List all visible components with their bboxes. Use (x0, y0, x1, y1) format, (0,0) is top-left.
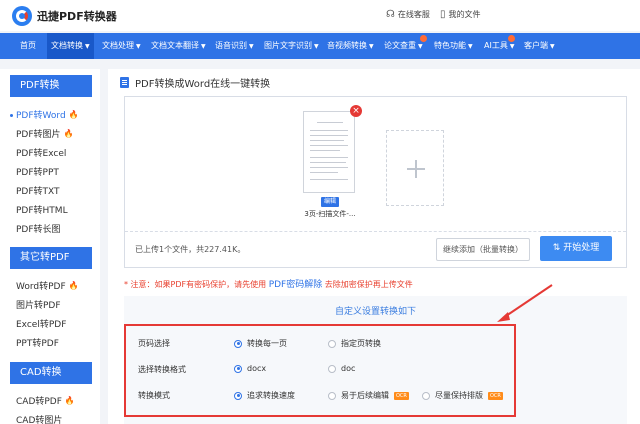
chevron-down-icon: ▼ (468, 43, 473, 50)
chevron-down-icon: ▼ (249, 43, 254, 50)
radio-unchecked-icon (328, 364, 336, 373)
sidebar-item-ppt-to-pdf[interactable]: PPT转PDF (16, 336, 59, 349)
active-indicator (10, 114, 13, 117)
fire-icon: 🔥 (64, 396, 75, 405)
sidebar-item-excel-to-pdf[interactable]: Excel转PDF (16, 317, 66, 330)
chevron-down-icon: ▼ (136, 43, 141, 50)
nav-translate[interactable]: 文档文本翻译 ▼ (147, 33, 210, 59)
password-notice: * 注意：如果PDF有密码保护，请先使用 PDF密码解除 去除加密保护再上传文件 (124, 280, 413, 290)
file-name: 3页-扫描文件-... (304, 210, 356, 218)
fire-icon: 🔥 (68, 110, 79, 119)
sidebar-item-pdf-to-word[interactable]: PDF转Word 🔥 (16, 108, 79, 121)
conversion-mode-label: 转换模式 (138, 391, 170, 400)
sidebar-item-pdf-to-ppt[interactable]: PDF转PPT (16, 165, 59, 178)
sidebar-group-to-pdf[interactable]: 其它转PDF (10, 247, 92, 269)
radio-unchecked-icon (422, 391, 430, 400)
main-nav: 首页 文档转换 ▼ 文档处理 ▼ 文档文本翻译 ▼ 语音识别 ▼ 图片文字识别 ▼ 音视频… (0, 33, 640, 59)
chevron-down-icon: ▼ (509, 43, 515, 50)
radio-editable-mode[interactable]: 易于后续编辑 OCR (328, 390, 409, 401)
continue-add-button[interactable]: 继续添加（批量转换） (436, 238, 530, 261)
hot-badge (420, 35, 427, 42)
customer-service-link[interactable]: ☊ 在线客服 (386, 9, 430, 20)
custom-settings-panel: 自定义设置转换如下 页码选择 转换每一页 指定页转换 选择转换格式 docx d… (124, 296, 627, 424)
hot-badge (508, 35, 515, 42)
radio-unchecked-icon (328, 339, 336, 348)
sidebar-item-cad-to-pdf[interactable]: CAD转PDF 🔥 (16, 394, 75, 407)
nav-doc-process[interactable]: 文档处理 ▼ (98, 33, 145, 59)
sidebar-item-cad-to-image[interactable]: CAD转图片 (16, 413, 62, 424)
chevron-down-icon: ▼ (550, 43, 555, 50)
file-icon: ▯ (440, 9, 446, 20)
nav-speech[interactable]: 语音识别 ▼ (211, 33, 258, 59)
customer-service-label: 在线客服 (397, 10, 430, 19)
remove-file-icon[interactable]: × (350, 105, 362, 117)
radio-specific-pages[interactable]: 指定页转换 (328, 338, 381, 349)
add-file-button[interactable] (386, 130, 444, 206)
radio-layout-mode[interactable]: 尽量保持排版 OCR (422, 390, 503, 401)
nav-ocr[interactable]: 图片文字识别 ▼ (260, 33, 323, 59)
ocr-badge: OCR (488, 391, 503, 400)
nav-client[interactable]: 客户端 ▼ (520, 33, 559, 59)
sidebar: PDF转换 PDF转Word 🔥 PDF转图片 🔥 PDF转Excel PDF转PP… (0, 69, 100, 424)
highlight-frame: 页码选择 转换每一页 指定页转换 选择转换格式 docx doc 转换模式 追求… (124, 324, 516, 417)
chevron-down-icon: ▼ (201, 43, 206, 50)
page-selection-label: 页码选择 (138, 339, 170, 348)
sidebar-item-pdf-to-html[interactable]: PDF转HTML (16, 203, 68, 216)
fire-icon: 🔥 (68, 281, 79, 290)
radio-speed-mode[interactable]: 追求转换速度 (234, 390, 295, 401)
file-thumbnail[interactable] (303, 111, 355, 193)
edit-file-button[interactable]: 编辑 (321, 197, 339, 207)
sidebar-item-pdf-to-image[interactable]: PDF转图片 🔥 (16, 127, 74, 140)
top-bar: 迅捷PDF转换器 ☊ 在线客服 ▯ 我的文件 (0, 0, 640, 31)
radio-docx[interactable]: docx (234, 364, 266, 373)
fire-icon: 🔥 (63, 129, 74, 138)
radio-checked-icon (234, 339, 242, 348)
chevron-down-icon: ▼ (418, 43, 423, 50)
nav-home[interactable]: 首页 (16, 33, 40, 59)
radio-unchecked-icon (328, 391, 336, 400)
document-icon (120, 77, 129, 88)
chevron-down-icon: ▼ (85, 43, 90, 50)
my-files-label: 我的文件 (448, 10, 481, 19)
start-process-button[interactable]: ⇅ 开始处理 (540, 236, 612, 261)
sidebar-group-pdf-convert[interactable]: PDF转换 (10, 75, 92, 97)
sidebar-item-image-to-pdf[interactable]: 图片转PDF (16, 298, 61, 311)
radio-checked-icon (234, 364, 242, 373)
chevron-down-icon: ▼ (369, 43, 374, 50)
nav-doc-convert[interactable]: 文档转换 ▼ (47, 33, 94, 59)
nav-features[interactable]: 特色功能 ▼ (430, 33, 477, 59)
sidebar-group-cad[interactable]: CAD转换 (10, 362, 92, 384)
sidebar-item-word-to-pdf[interactable]: Word转PDF 🔥 (16, 279, 79, 292)
sidebar-item-pdf-to-long-image[interactable]: PDF转长图 (16, 222, 61, 235)
upload-area[interactable]: × 编辑 3页-扫描文件-... 已上传1个文件，共227.41K。 继续添加（… (124, 96, 627, 268)
my-files-link[interactable]: ▯ 我的文件 (440, 9, 481, 20)
radio-checked-icon (234, 391, 242, 400)
brand-logo[interactable] (12, 6, 32, 26)
drop-zone[interactable] (125, 97, 626, 232)
chevron-down-icon: ▼ (314, 43, 319, 50)
format-selection-label: 选择转换格式 (138, 365, 186, 374)
radio-convert-all-pages[interactable]: 转换每一页 (234, 338, 287, 349)
radio-doc[interactable]: doc (328, 364, 355, 373)
refresh-icon: ⇅ (552, 243, 564, 253)
start-process-label: 开始处理 (563, 243, 600, 253)
settings-title: 自定义设置转换如下 (334, 307, 416, 317)
brand-name[interactable]: 迅捷PDF转换器 (37, 8, 117, 24)
pdf-unlock-link[interactable]: PDF密码解除 (269, 280, 323, 290)
main-panel: PDF转换成Word在线一键转换 × 编辑 3页-扫描文件-... 已上传1个文… (108, 69, 640, 424)
ocr-badge: OCR (394, 391, 409, 400)
headset-icon: ☊ (386, 9, 395, 20)
page-title-row: PDF转换成Word在线一键转换 (120, 75, 270, 90)
sidebar-item-pdf-to-txt[interactable]: PDF转TXT (16, 184, 60, 197)
nav-media[interactable]: 音视频转换 ▼ (323, 33, 378, 59)
page-title: PDF转换成Word在线一键转换 (135, 79, 271, 90)
sidebar-item-pdf-to-excel[interactable]: PDF转Excel (16, 146, 66, 159)
upload-summary: 已上传1个文件，共227.41K。 (135, 245, 246, 254)
